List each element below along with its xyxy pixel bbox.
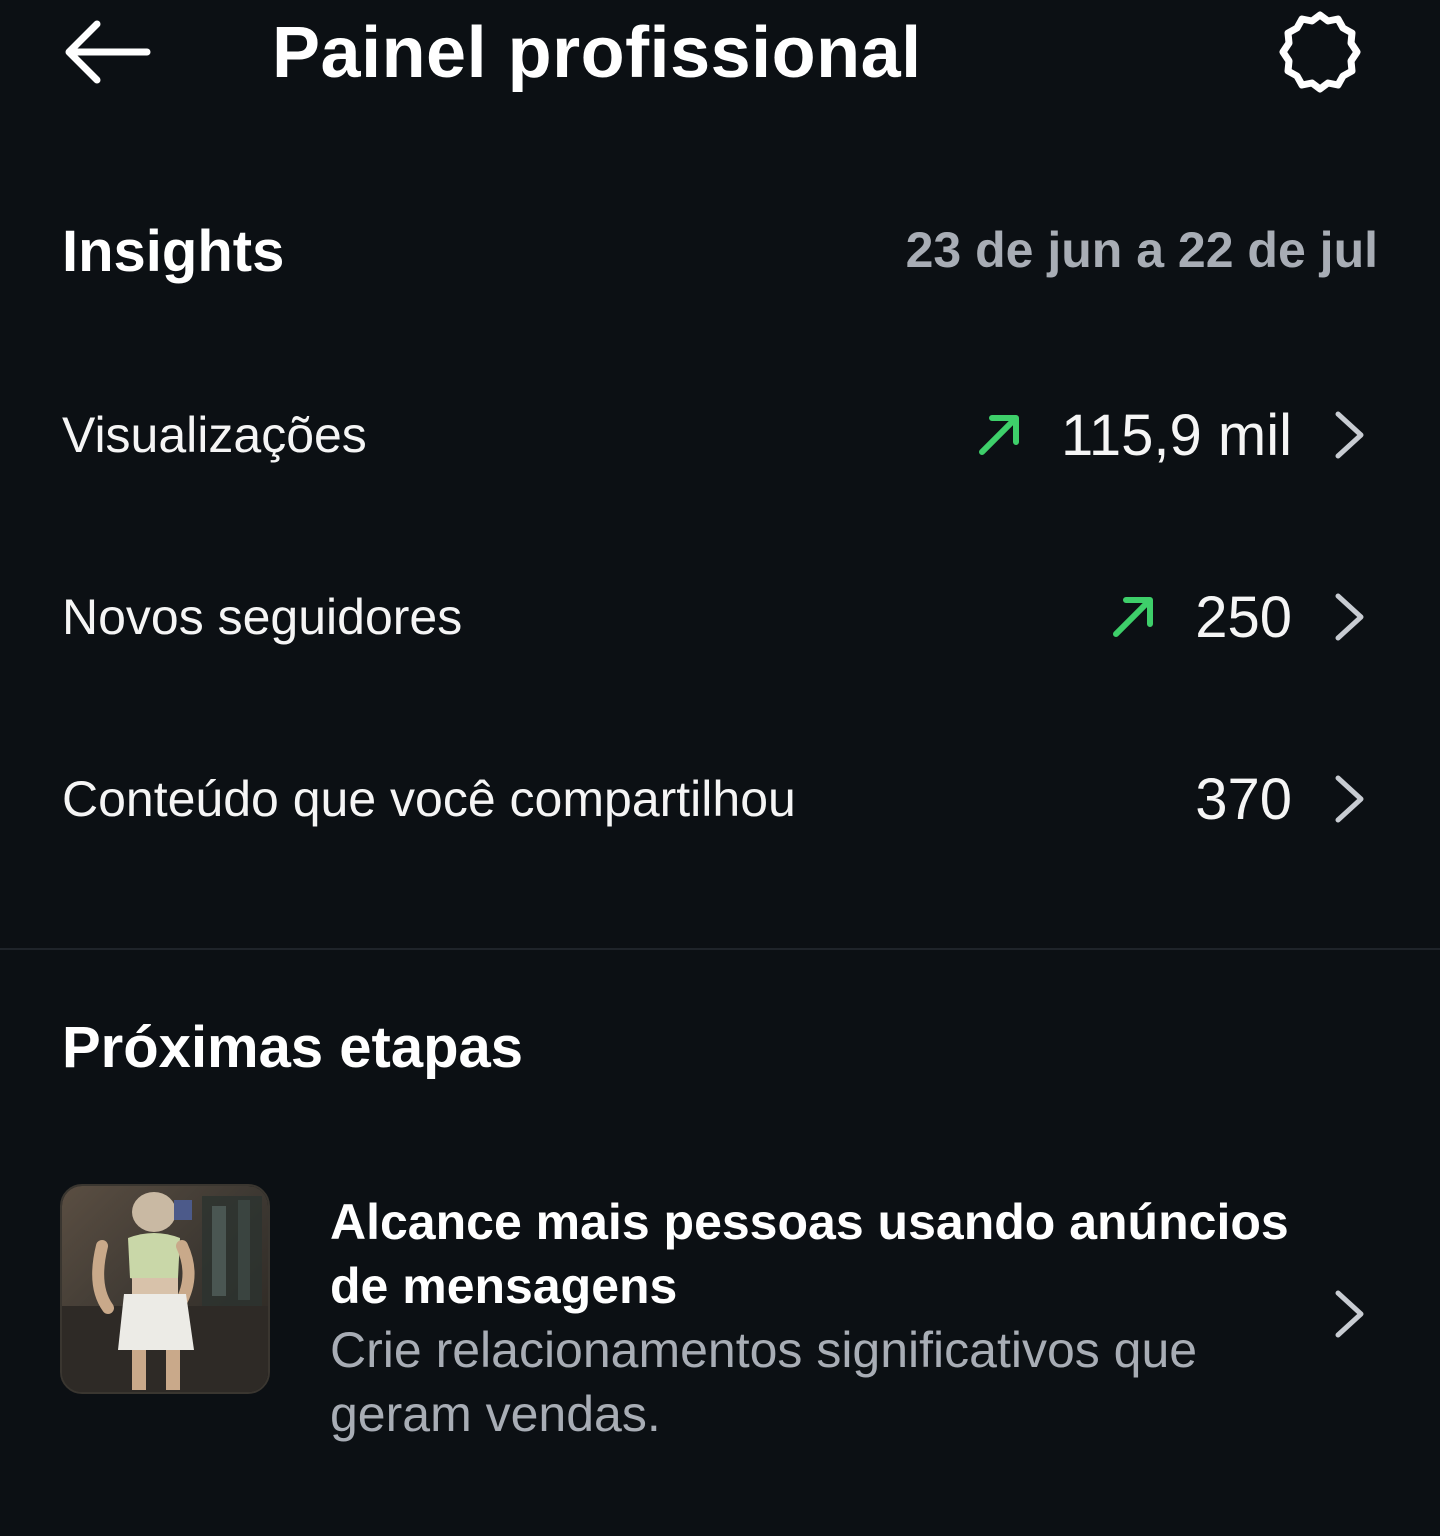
chevron-right-icon — [1330, 407, 1370, 463]
next-steps-title: Próximas etapas — [62, 1015, 524, 1080]
metric-value-group: 370 — [1195, 724, 1370, 874]
metric-label: Novos seguidores — [62, 589, 463, 645]
metric-value: 115,9 mil — [1060, 402, 1292, 468]
gear-icon — [1279, 11, 1361, 93]
trend-up-icon — [1107, 591, 1159, 643]
metric-value: 370 — [1195, 766, 1292, 832]
metric-label: Visualizações — [62, 407, 367, 463]
metric-value: 250 — [1195, 584, 1292, 650]
card-subtitle: Crie relacionamentos significativos que … — [330, 1322, 1198, 1442]
card-title: Alcance mais pessoas usando anúncios de … — [330, 1194, 1289, 1314]
card-thumbnail — [60, 1184, 270, 1394]
chevron-right-icon — [1330, 1286, 1370, 1342]
insights-title: Insights — [62, 219, 285, 284]
date-range[interactable]: 23 de jun a 22 de jul — [906, 218, 1378, 282]
metric-value-group: 115,9 mil — [973, 360, 1370, 510]
back-button[interactable] — [52, 10, 160, 94]
metric-value-group: 250 — [1107, 542, 1370, 692]
metric-row-views[interactable]: Visualizações 115,9 mil — [0, 360, 1440, 510]
trend-up-icon — [973, 409, 1025, 461]
next-step-card[interactable]: Alcance mais pessoas usando anúncios de … — [0, 1170, 1440, 1460]
page-title: Painel profissional — [272, 13, 922, 93]
section-divider — [0, 948, 1440, 950]
arrow-left-icon — [65, 20, 151, 84]
chevron-right-icon — [1330, 771, 1370, 827]
chevron-right-icon — [1330, 589, 1370, 645]
top-bar: Painel profissional — [0, 0, 1440, 110]
metric-row-content-shared[interactable]: Conteúdo que você compartilhou 370 — [0, 724, 1440, 874]
settings-button[interactable] — [1268, 0, 1372, 104]
metric-label: Conteúdo que você compartilhou — [62, 771, 796, 827]
metric-row-new-followers[interactable]: Novos seguidores 250 — [0, 542, 1440, 692]
